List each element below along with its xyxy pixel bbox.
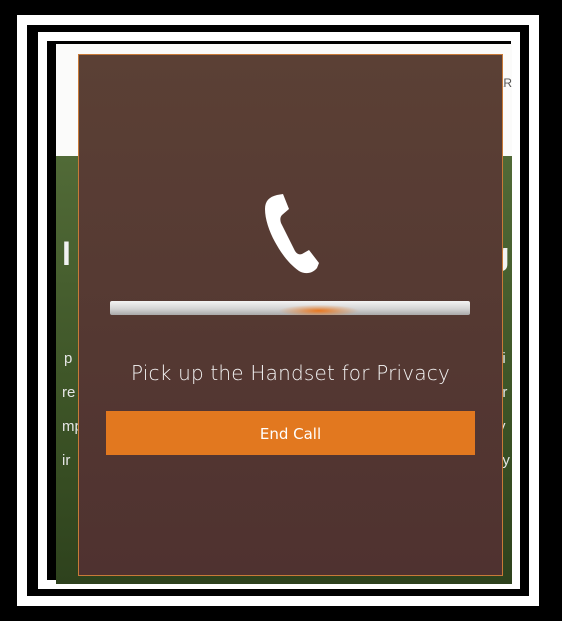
call-dialog: Pick up the Handset for Privacy End Call xyxy=(78,54,503,576)
call-status-text: Pick up the Handset for Privacy xyxy=(130,361,451,385)
end-call-button[interactable]: End Call xyxy=(106,411,475,455)
background-text-left: p xyxy=(64,350,73,367)
background-text-left: ir xyxy=(62,452,71,469)
screen: AR l g p re mp ir ui ar y ey Pick up the… xyxy=(0,0,562,621)
progress-indicator-glow xyxy=(110,301,470,315)
call-progress-bar xyxy=(110,301,470,315)
background-text-left: re xyxy=(62,384,76,401)
background-heading-left: l xyxy=(62,236,71,272)
phone-handset-icon xyxy=(265,194,319,274)
